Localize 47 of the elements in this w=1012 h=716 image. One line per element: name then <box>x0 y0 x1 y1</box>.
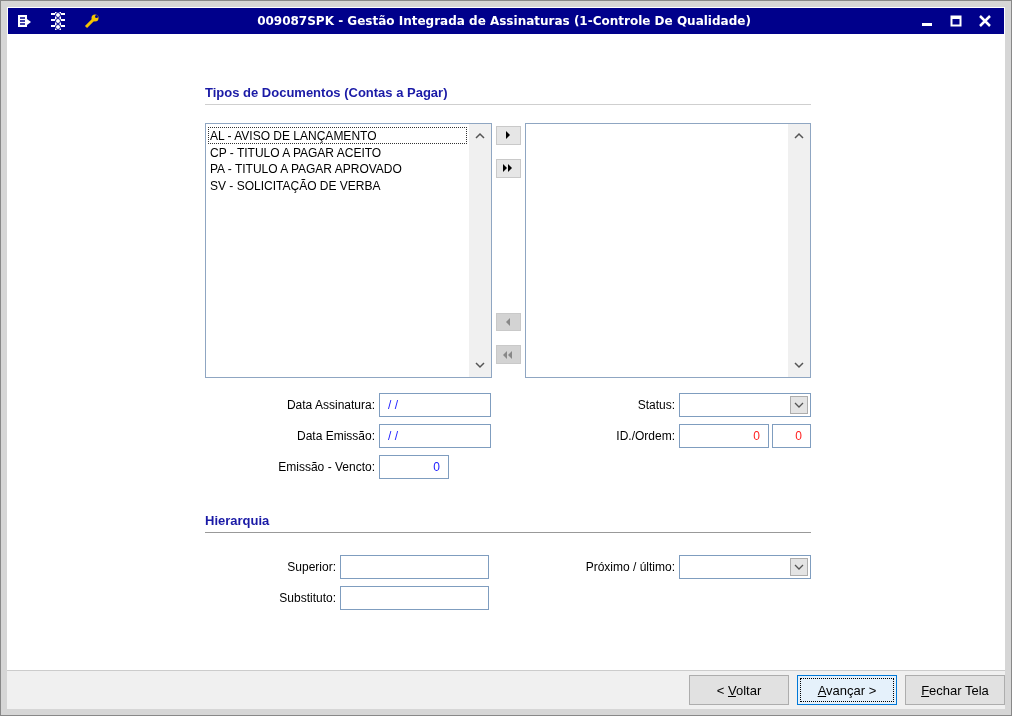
input-field[interactable] <box>340 586 489 610</box>
window-title: 009087SPK - Gestão Integrada de Assinaturas (1-Controle De Qualidade) <box>256 14 752 28</box>
order-field[interactable]: 0 <box>772 424 811 448</box>
field-label: Data Assinatura: <box>285 398 375 412</box>
section-heading: Hierarquia <box>205 513 271 528</box>
move-button[interactable] <box>495 126 521 145</box>
date-field[interactable]: / / <box>379 393 491 417</box>
arrow-right-icon <box>505 131 511 140</box>
double-arrow-right-icon <box>503 164 513 173</box>
maximize-icon[interactable] <box>949 14 963 28</box>
scrollbar[interactable] <box>788 124 810 377</box>
scroll-up-icon[interactable] <box>474 132 485 140</box>
wrench-icon[interactable] <box>84 13 100 29</box>
field-label: Emissão - Vencto: <box>277 460 375 474</box>
list-item[interactable]: SV - SOLICITAÇÃO DE VERBA <box>208 176 467 193</box>
input-field[interactable] <box>340 555 489 579</box>
move-button[interactable] <box>495 158 521 178</box>
field-label: Superior: <box>286 560 336 574</box>
scroll-down-icon[interactable] <box>794 361 804 369</box>
date-field[interactable]: / / <box>379 424 491 448</box>
close-icon[interactable] <box>978 14 992 28</box>
traffic-light-icon[interactable] <box>50 12 66 30</box>
menu-icon[interactable] <box>16 13 32 29</box>
dropdown[interactable] <box>679 555 811 579</box>
scroll-up-icon[interactable] <box>794 132 804 140</box>
list-item[interactable]: AL - AVISO DE LANÇAMENTO <box>208 127 467 144</box>
dialog-button[interactable]: Avançar > <box>797 675 897 705</box>
chevron-down-icon <box>794 402 804 408</box>
field-label: Data Emissão: <box>295 429 375 443</box>
dropdown[interactable] <box>679 393 811 417</box>
dialog-button[interactable]: Fechar Tela <box>905 675 1005 705</box>
double-arrow-left-icon <box>503 350 513 359</box>
field-label: ID./Ordem: <box>615 429 675 443</box>
number-field[interactable]: 0 <box>379 455 449 479</box>
scrollbar[interactable] <box>468 124 491 377</box>
available-list[interactable]: AL - AVISO DE LANÇAMENTO CP - TITULO A PAGAR ACEITO PA - TITULO A PAGAR APROVADO SV - SOLICITAÇÃO DE VERBA <box>205 123 492 378</box>
list-item[interactable]: CP - TITULO A PAGAR ACEITO <box>208 143 467 160</box>
id-field[interactable]: 0 <box>679 424 769 448</box>
section-heading: Tipos de Documentos (Contas a Pagar) <box>205 85 449 100</box>
chevron-down-icon <box>794 564 804 570</box>
list-item[interactable]: PA - TITULO A PAGAR APROVADO <box>208 160 467 177</box>
field-label: Substituto: <box>278 591 336 605</box>
field-label: Próximo / último: <box>584 560 675 574</box>
scroll-down-icon[interactable] <box>474 361 485 369</box>
arrow-left-icon <box>505 317 511 326</box>
field-label: Status: <box>636 398 675 412</box>
dialog-button[interactable]: < Voltar <box>689 675 789 705</box>
